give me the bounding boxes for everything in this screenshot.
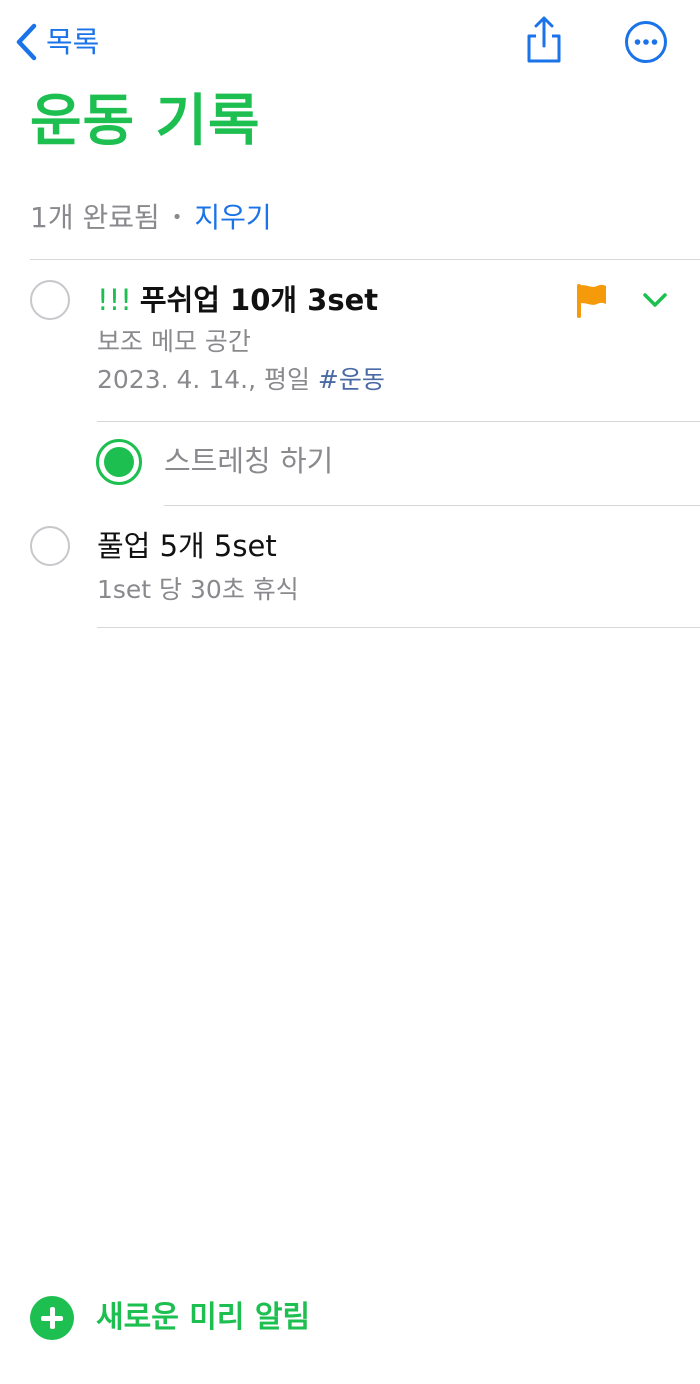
completed-summary: 1개 완료됨 • 지우기 [30,198,272,238]
back-button-label: 목록 [46,24,100,59]
chevron-left-icon [16,23,37,61]
reminder-title-row[interactable]: !!! 푸쉬업 10개 3set [97,280,378,320]
divider [30,259,700,260]
divider [164,505,700,506]
divider [97,421,700,422]
completed-count: 1개 완료됨 [30,201,160,234]
ellipsis-circle-icon [625,21,667,63]
flag-button[interactable] [575,282,609,318]
back-button[interactable]: 목록 [14,20,99,64]
collapse-subtasks-button[interactable] [640,286,670,316]
subtask-complete-toggle[interactable] [96,439,142,485]
share-button[interactable] [520,14,568,66]
reminder-meta: 2023. 4. 14., 평일 #운동 [97,362,385,398]
reminder-title[interactable]: 풀업 5개 5set [97,526,277,566]
clear-completed-button[interactable]: 지우기 [194,198,271,238]
reminder-note: 1set 당 30초 휴식 [97,575,299,604]
chevron-down-icon [643,293,667,307]
new-reminder-label: 새로운 미리 알림 [96,1300,311,1335]
divider [97,627,700,628]
subtask-title[interactable]: 스트레칭 하기 [164,441,333,481]
reminder-complete-toggle[interactable] [30,280,70,320]
reminder-date: 2023. 4. 14., 평일 [97,365,310,394]
priority-indicator: !!! [97,283,132,317]
reminder-tag[interactable]: #운동 [318,365,385,394]
reminders-list-screen: 목록 운동 기록 1개 완료됨 • 지우기 !!! 푸쉬업 10개 3set 보… [0,0,700,1384]
plus-circle-icon [30,1296,74,1340]
reminder-complete-toggle[interactable] [30,526,70,566]
reminder-note: 보조 메모 공간 [97,327,251,356]
separator-dot: • [171,207,183,228]
flag-icon [577,284,606,318]
list-title: 운동 기록 [30,89,261,154]
share-icon [527,16,561,63]
reminder-title: 푸쉬업 10개 3set [139,283,379,317]
completed-fill [104,447,134,477]
new-reminder-button[interactable]: 새로운 미리 알림 [30,1296,310,1340]
more-options-button[interactable] [624,20,668,64]
